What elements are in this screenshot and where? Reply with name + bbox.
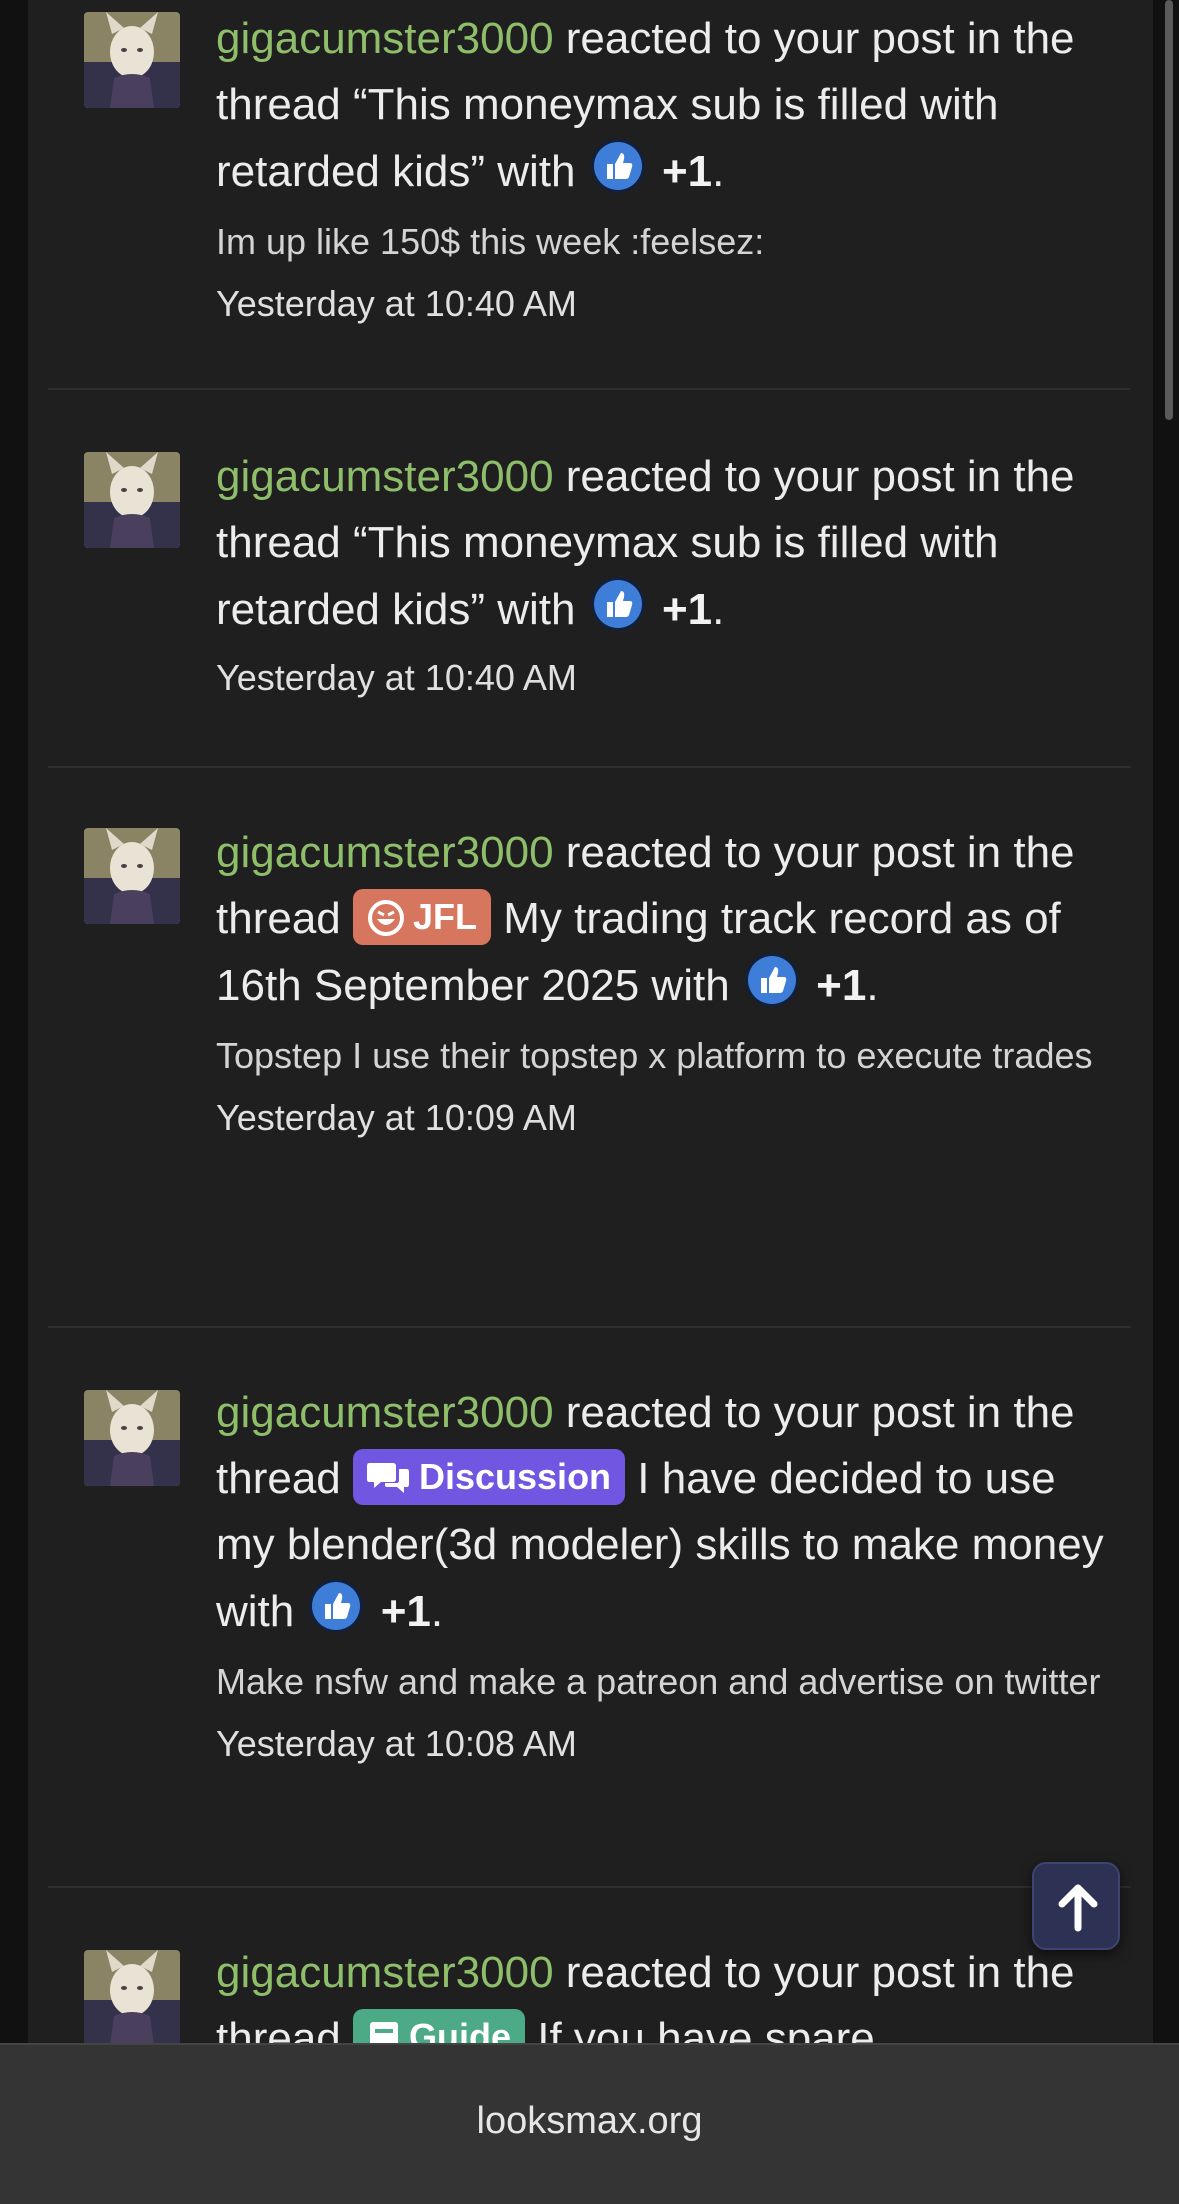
reaction-label: +1 (661, 147, 713, 196)
thumbs-up-icon (744, 953, 799, 1007)
with-text: with (485, 147, 588, 196)
notification-body: gigacumster3000 reacted to your post in … (216, 1940, 1116, 2048)
prefix-label: JFL (412, 896, 477, 937)
prefix-label: Discussion (418, 1456, 612, 1497)
notification-body: gigacumster3000 reacted to your post in … (216, 6, 1116, 331)
sentence-end: . (866, 961, 879, 1010)
notification-body: gigacumster3000 reacted to your post in … (216, 820, 1116, 1145)
thread-prefix-jfl[interactable]: JFL (352, 889, 491, 945)
notification-text: gigacumster3000 reacted to your post in … (216, 820, 1116, 1019)
browser-address-bar[interactable]: looksmax.org (0, 2043, 1179, 2204)
notification-text: gigacumster3000 reacted to your post in … (216, 444, 1116, 643)
notification-text: gigacumster3000 reacted to your post in … (216, 1940, 1116, 2048)
cat-avatar-image (84, 12, 180, 108)
with-text: with (485, 585, 588, 634)
thread-prefix-discussion[interactable]: Discussion (352, 1449, 626, 1505)
timestamp[interactable]: Yesterday at 10:08 AM (216, 1717, 1116, 1771)
username-link[interactable]: gigacumster3000 (216, 1948, 554, 1997)
notification-text: gigacumster3000 reacted to your post in … (216, 1380, 1116, 1645)
notification-item[interactable]: gigacumster3000 reacted to your post in … (48, 0, 1131, 388)
notification-body: gigacumster3000 reacted to your post in … (216, 444, 1116, 705)
username-link[interactable]: gigacumster3000 (216, 452, 554, 501)
timestamp[interactable]: Yesterday at 10:40 AM (216, 651, 1116, 705)
notification-item[interactable]: gigacumster3000 reacted to your post in … (48, 1328, 1131, 1888)
post-snippet: Topstep I use their topstep x platform t… (216, 1035, 1093, 1076)
username-link[interactable]: gigacumster3000 (216, 14, 554, 63)
post-snippet: Make nsfw and make a patreon and adverti… (216, 1661, 1101, 1702)
timestamp[interactable]: Yesterday at 10:09 AM (216, 1091, 1116, 1145)
with-text: with (216, 1587, 307, 1636)
sentence-end: . (712, 147, 725, 196)
cat-avatar-image (84, 1390, 180, 1486)
back-to-top-button[interactable] (1032, 1862, 1120, 1950)
thumbs-up-icon (590, 139, 645, 193)
laughing-face-icon (367, 900, 404, 936)
cat-avatar-image (84, 1950, 180, 2046)
timestamp[interactable]: Yesterday at 10:40 AM (216, 277, 1116, 331)
page-scrollbar[interactable] (1165, 0, 1173, 420)
avatar[interactable] (84, 1390, 180, 1486)
with-text: with (639, 961, 742, 1010)
comments-icon (366, 1463, 409, 1493)
post-snippet: Im up like 150$ this week :feelsez: (216, 221, 765, 262)
notification-body: gigacumster3000 reacted to your post in … (216, 1380, 1116, 1771)
reaction-label: +1 (380, 1587, 431, 1636)
avatar[interactable] (84, 452, 180, 548)
notification-item[interactable]: gigacumster3000 reacted to your post in … (48, 1888, 1131, 2048)
cat-avatar-image (84, 828, 180, 924)
avatar[interactable] (84, 12, 180, 108)
reaction-label: +1 (661, 585, 713, 634)
arrow-up-icon (1058, 1884, 1098, 1932)
avatar[interactable] (84, 1950, 180, 2046)
notification-text: gigacumster3000 reacted to your post in … (216, 6, 1116, 205)
cat-avatar-image (84, 452, 180, 548)
thumbs-up-icon (590, 577, 645, 631)
username-link[interactable]: gigacumster3000 (216, 828, 554, 877)
url-label[interactable]: looksmax.org (0, 2100, 1179, 2143)
thumbs-up-icon (309, 1579, 364, 1633)
sentence-end: . (712, 585, 725, 634)
sentence-end: . (430, 1587, 444, 1636)
avatar[interactable] (84, 828, 180, 924)
reaction-label: +1 (816, 961, 867, 1010)
notification-item[interactable]: gigacumster3000 reacted to your post in … (48, 768, 1131, 1328)
notification-item[interactable]: gigacumster3000 reacted to your post in … (48, 390, 1131, 768)
page: gigacumster3000 reacted to your post in … (0, 0, 1179, 2204)
username-link[interactable]: gigacumster3000 (216, 1388, 554, 1437)
